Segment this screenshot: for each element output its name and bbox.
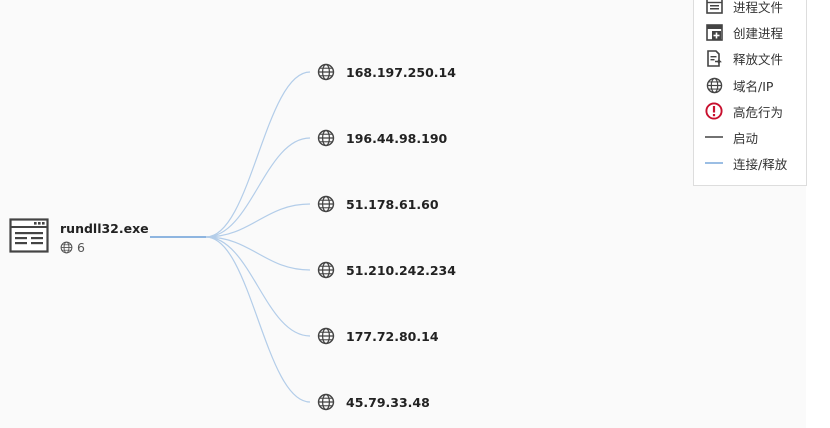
globe-icon bbox=[317, 261, 335, 279]
globe-icon bbox=[706, 77, 722, 93]
ip-label: 45.79.33.48 bbox=[346, 394, 430, 410]
network-count: 6 bbox=[77, 240, 85, 255]
globe-icon bbox=[317, 327, 335, 345]
ip-label: 168.197.250.14 bbox=[346, 64, 456, 80]
legend-item-domain-ip: 域名/IP bbox=[704, 75, 773, 95]
globe-icon bbox=[317, 63, 335, 81]
alert-icon bbox=[705, 102, 723, 120]
edge bbox=[205, 71, 311, 238]
create-process-icon bbox=[705, 23, 723, 41]
globe-icon bbox=[317, 393, 335, 411]
globe-icon bbox=[60, 241, 73, 254]
process-network-stats: 6 bbox=[60, 240, 85, 255]
legend-label: 连接/释放 bbox=[733, 156, 788, 172]
globe-icon bbox=[317, 195, 335, 213]
ip-node[interactable]: 51.178.61.60 bbox=[317, 194, 439, 214]
legend-label: 释放文件 bbox=[733, 51, 784, 67]
legend-item-create-process: 创建进程 bbox=[704, 22, 783, 42]
edge bbox=[205, 236, 311, 403]
ip-label: 177.72.80.14 bbox=[346, 328, 439, 344]
ip-node[interactable]: 196.44.98.190 bbox=[317, 128, 447, 148]
ip-node[interactable]: 168.197.250.14 bbox=[317, 62, 456, 82]
ip-node[interactable]: 177.72.80.14 bbox=[317, 326, 439, 346]
process-file-icon bbox=[705, 0, 723, 14]
legend-label: 创建进程 bbox=[733, 25, 784, 41]
legend-panel: 进程文件 创建进程 释放文件 域名/IP 高危行为 启动 连接/释放 bbox=[693, 0, 807, 186]
ip-label: 196.44.98.190 bbox=[346, 130, 448, 146]
process-file-icon bbox=[9, 218, 49, 253]
legend-item-high-risk: 高危行为 bbox=[704, 101, 783, 121]
ip-label: 51.178.61.60 bbox=[346, 196, 439, 212]
ip-node[interactable]: 45.79.33.48 bbox=[317, 392, 430, 412]
legend-item-connect-release: 连接/释放 bbox=[704, 153, 787, 173]
start-line-icon bbox=[705, 136, 723, 138]
connect-line-icon bbox=[705, 162, 723, 164]
legend-label: 高危行为 bbox=[733, 104, 784, 120]
legend-label: 域名/IP bbox=[733, 78, 774, 94]
legend-item-process-file: 进程文件 bbox=[704, 0, 783, 16]
release-file-icon bbox=[706, 49, 722, 67]
legend-item-release-file: 释放文件 bbox=[704, 48, 783, 68]
edges-layer bbox=[150, 71, 311, 403]
ip-label: 51.210.242.234 bbox=[346, 262, 456, 278]
globe-icon bbox=[317, 129, 335, 147]
legend-label: 进程文件 bbox=[733, 0, 784, 15]
legend-label: 启动 bbox=[733, 130, 759, 146]
legend-item-start: 启动 bbox=[704, 127, 758, 147]
ip-node[interactable]: 51.210.242.234 bbox=[317, 260, 456, 280]
process-name: rundll32.exe bbox=[60, 221, 149, 236]
